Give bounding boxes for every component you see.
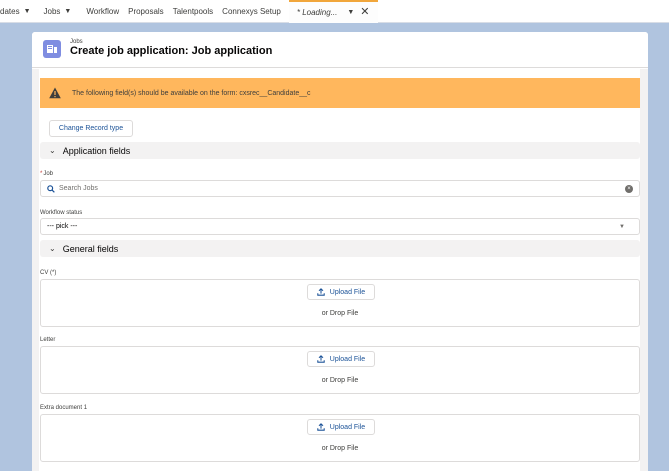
upload-icon — [317, 423, 325, 431]
nav-item-candidates[interactable]: dates ▼ — [0, 0, 36, 23]
nav-item-talentpools[interactable]: Talentpools — [169, 0, 218, 23]
workflow-status-label: Workflow status — [40, 210, 83, 216]
file-dropzone-cv[interactable]: Upload File or Drop File — [40, 279, 640, 327]
nav-item-connexys-setup[interactable]: Connexys Setup — [218, 0, 286, 23]
nav-item-label: Talentpools — [172, 6, 214, 16]
create-record-panel: Jobs Create job application: Job applica… — [32, 32, 648, 471]
file-dropzone-letter[interactable]: Upload File or Drop File — [40, 346, 640, 394]
job-label: *Job — [40, 171, 53, 177]
tab-label: * Loading... — [296, 7, 338, 17]
drop-file-text: or Drop File — [321, 445, 359, 452]
upload-file-label: Upload File — [329, 288, 366, 296]
required-mark: * — [40, 171, 43, 177]
chevron-down-icon: ⌄ — [49, 146, 56, 155]
chevron-down-icon: ⌄ — [49, 244, 56, 253]
chevron-down-icon[interactable]: ▼ — [64, 8, 71, 15]
section-title: Application fields — [62, 145, 131, 156]
job-label-text: Job — [43, 171, 54, 177]
warning-icon — [49, 87, 61, 99]
upload-file-button[interactable]: Upload File — [307, 351, 375, 367]
drop-file-text: or Drop File — [321, 377, 359, 384]
upload-label-extra-document-1: Extra document 1 — [40, 405, 88, 411]
chevron-down-icon[interactable]: ▼ — [347, 9, 354, 16]
jobs-icon-glyph — [47, 45, 57, 53]
section-application-fields[interactable]: ⌄ Application fields — [40, 142, 640, 159]
upload-label-cv: CV (*) — [40, 270, 57, 276]
upload-file-label: Upload File — [329, 423, 366, 431]
upload-file-label: Upload File — [329, 355, 366, 363]
nav-item-workflow[interactable]: Workflow — [76, 0, 124, 23]
chevron-down-icon[interactable]: ▼ — [24, 8, 31, 15]
nav-item-jobs[interactable]: Jobs ▼ — [36, 0, 77, 23]
nav-item-label: Jobs — [43, 6, 61, 16]
file-dropzone-extra-document-1[interactable]: Upload File or Drop File — [40, 414, 640, 462]
search-icon — [47, 184, 55, 193]
nav-item-label: Connexys Setup — [222, 6, 281, 16]
upload-icon — [317, 288, 325, 296]
nav-bar: dates ▼ Jobs ▼ Workflow Proposals Talent… — [0, 0, 669, 23]
tab-loading[interactable]: * Loading... ▼ ✕ — [288, 0, 378, 23]
workflow-status-value: --- pick --- — [47, 223, 78, 230]
change-record-type-button[interactable]: Change Record type — [49, 120, 133, 137]
jobs-icon — [43, 40, 61, 58]
clear-icon[interactable]: × — [625, 185, 633, 193]
section-title: General fields — [62, 243, 119, 254]
upload-label-letter: Letter — [40, 337, 56, 343]
panel-header: Jobs Create job application: Job applica… — [32, 32, 648, 68]
nav-item-proposals[interactable]: Proposals — [124, 0, 169, 23]
upload-icon — [317, 355, 325, 363]
job-search-input[interactable]: Search Jobs × — [40, 180, 640, 197]
upload-file-button[interactable]: Upload File — [307, 284, 375, 300]
warning-text: The following field(s) should be availab… — [72, 89, 311, 97]
drop-file-text: or Drop File — [321, 310, 359, 317]
nav-item-label: dates — [0, 6, 20, 16]
close-icon[interactable]: ✕ — [360, 6, 369, 18]
nav-item-label: Proposals — [128, 6, 164, 16]
workflow-status-select[interactable]: --- pick --- ▼ — [40, 218, 640, 235]
section-general-fields[interactable]: ⌄ General fields — [40, 240, 640, 257]
upload-file-button[interactable]: Upload File — [307, 419, 375, 435]
warning-banner: The following field(s) should be availab… — [40, 78, 640, 108]
page-title: Create job application: Job application — [70, 45, 273, 57]
job-search-placeholder: Search Jobs — [59, 185, 98, 192]
nav-item-label: Workflow — [86, 6, 120, 16]
caret-down-icon: ▼ — [619, 224, 625, 230]
